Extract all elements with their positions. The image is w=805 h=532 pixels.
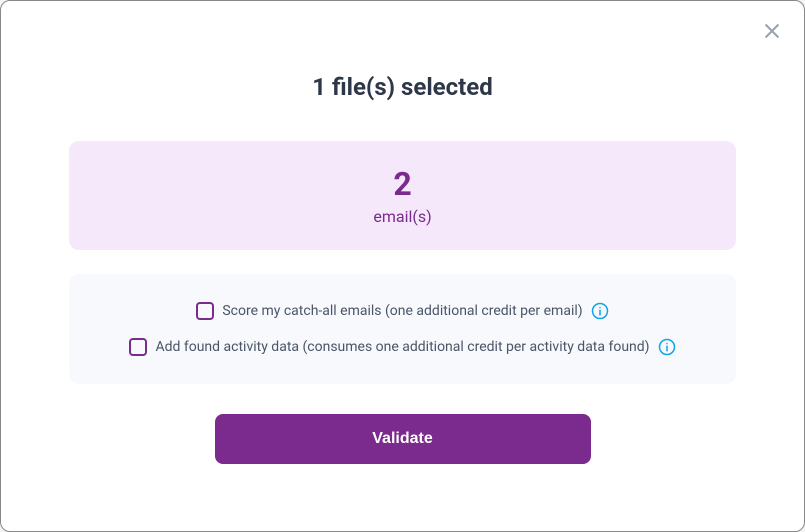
option-score-catch-all: Score my catch-all emails (one additiona… xyxy=(89,302,716,320)
checkbox-score-catch-all[interactable] xyxy=(196,302,214,320)
option-add-activity-data: Add found activity data (consumes one ad… xyxy=(89,338,716,356)
email-count-box: 2 email(s) xyxy=(69,141,736,250)
close-button[interactable] xyxy=(760,19,784,43)
option-label: Add found activity data (consumes one ad… xyxy=(155,339,649,355)
email-count-label: email(s) xyxy=(93,207,712,226)
file-validation-modal: 1 file(s) selected 2 email(s) Score my c… xyxy=(0,0,805,532)
info-icon[interactable] xyxy=(658,338,676,356)
modal-title: 1 file(s) selected xyxy=(25,73,780,101)
email-count-number: 2 xyxy=(93,165,712,203)
option-label: Score my catch-all emails (one additiona… xyxy=(222,303,582,319)
options-box: Score my catch-all emails (one additiona… xyxy=(69,274,736,384)
close-icon xyxy=(762,21,782,41)
validate-button[interactable]: Validate xyxy=(215,414,591,464)
modal-content: 2 email(s) Score my catch-all emails (on… xyxy=(25,141,780,464)
checkbox-add-activity-data[interactable] xyxy=(129,338,147,356)
info-icon[interactable] xyxy=(591,302,609,320)
